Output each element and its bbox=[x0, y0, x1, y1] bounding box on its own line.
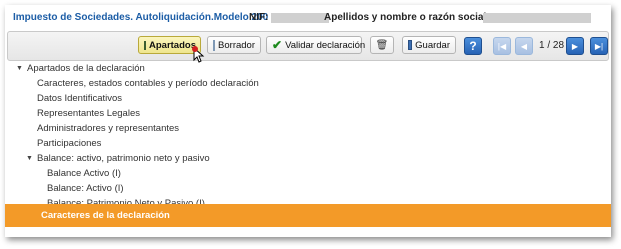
borrador-label: Borrador bbox=[218, 39, 255, 51]
borrador-button[interactable]: Borrador bbox=[207, 36, 261, 54]
prev-page-icon: ◀ bbox=[520, 41, 528, 51]
check-icon: ✔ bbox=[272, 38, 283, 52]
mouse-cursor-icon bbox=[192, 46, 205, 63]
tree-root[interactable]: Apartados de la declaración bbox=[27, 63, 145, 74]
nif-label: NIF: bbox=[249, 12, 269, 23]
tree-item[interactable]: Datos Identificativos bbox=[37, 93, 122, 104]
header-bar: Impuesto de Sociedades. Autoliquidación.… bbox=[5, 5, 611, 29]
name-redacted bbox=[483, 13, 591, 23]
last-page-button[interactable]: ▶| bbox=[590, 37, 608, 55]
page-indicator: 1 / 28 bbox=[539, 40, 565, 51]
save-icon bbox=[408, 40, 413, 50]
guardar-button[interactable]: Guardar bbox=[402, 36, 456, 54]
page-title: Impuesto de Sociedades. Autoliquidación.… bbox=[13, 12, 269, 23]
prev-page-button[interactable]: ◀ bbox=[515, 37, 533, 55]
first-page-icon: |◀ bbox=[497, 41, 507, 51]
trash-icon: 🗑 bbox=[375, 39, 389, 51]
validar-button[interactable]: ✔ Validar declaración bbox=[266, 36, 366, 54]
tree-item[interactable]: Caracteres, estados contables y período … bbox=[37, 78, 259, 89]
tree-subitem[interactable]: Balance Activo (I) bbox=[47, 168, 121, 179]
delete-button[interactable]: 🗑 bbox=[370, 36, 394, 54]
draft-icon bbox=[213, 39, 216, 51]
first-page-button[interactable]: |◀ bbox=[493, 37, 511, 55]
tree-item-balance[interactable]: Balance: activo, patrimonio neto y pasiv… bbox=[37, 153, 210, 164]
help-button[interactable]: ? bbox=[464, 37, 482, 55]
section-bar: Caracteres de la declaración bbox=[5, 204, 611, 227]
guardar-label: Guardar bbox=[415, 39, 450, 51]
toolbar: Apartados Borrador ✔ Validar declaración… bbox=[7, 31, 609, 61]
validar-label: Validar declaración bbox=[285, 39, 366, 51]
nif-redacted bbox=[271, 13, 329, 23]
last-page-icon: ▶| bbox=[594, 41, 604, 51]
tree-item[interactable]: Representantes Legales bbox=[37, 108, 140, 119]
expand-triangle-icon[interactable]: ▼ bbox=[16, 65, 23, 72]
tree-subitem[interactable]: Balance: Activo (I) bbox=[47, 183, 124, 194]
section-title: Caracteres de la declaración bbox=[41, 210, 170, 221]
next-page-button[interactable]: ▶ bbox=[566, 37, 584, 55]
apartados-label: Apartados bbox=[149, 39, 196, 51]
next-page-icon: ▶ bbox=[571, 41, 579, 51]
tree-item[interactable]: Administradores y representantes bbox=[37, 123, 179, 134]
tree-item[interactable]: Participaciones bbox=[37, 138, 101, 149]
sections-icon bbox=[144, 40, 146, 50]
name-label: Apellidos y nombre o razón social: bbox=[324, 12, 490, 23]
expand-triangle-icon[interactable]: ▼ bbox=[26, 155, 33, 162]
app-window: Impuesto de Sociedades. Autoliquidación.… bbox=[5, 5, 611, 237]
help-icon: ? bbox=[469, 39, 477, 53]
